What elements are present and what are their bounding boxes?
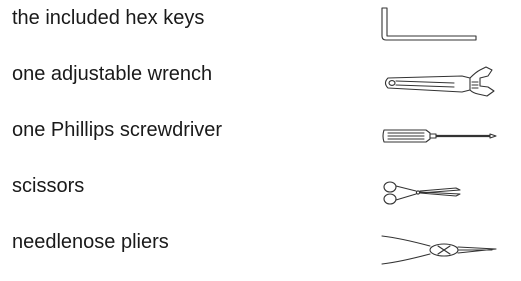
- tool-item-hex-keys: the included hex keys: [0, 0, 521, 56]
- adjustable-wrench-icon: [380, 56, 500, 104]
- scissors-icon: [380, 168, 500, 216]
- tool-item-phillips-screwdriver: one Phillips screwdriver: [0, 112, 521, 168]
- tool-item-needlenose-pliers: needlenose pliers: [0, 224, 521, 280]
- needlenose-pliers-icon: [380, 224, 500, 272]
- tool-label: one adjustable wrench: [12, 63, 213, 85]
- tool-label: scissors: [12, 175, 85, 197]
- tool-label: one Phillips screwdriver: [12, 119, 223, 141]
- tool-label: the included hex keys: [12, 7, 205, 29]
- phillips-screwdriver-icon: [380, 112, 500, 160]
- tool-item-scissors: scissors: [0, 168, 521, 224]
- tool-item-adjustable-wrench: one adjustable wrench: [0, 56, 521, 112]
- tool-list: the included hex keys one adjustable wre…: [0, 0, 521, 281]
- hex-key-icon: [380, 0, 500, 48]
- tool-label: needlenose pliers: [12, 231, 169, 253]
